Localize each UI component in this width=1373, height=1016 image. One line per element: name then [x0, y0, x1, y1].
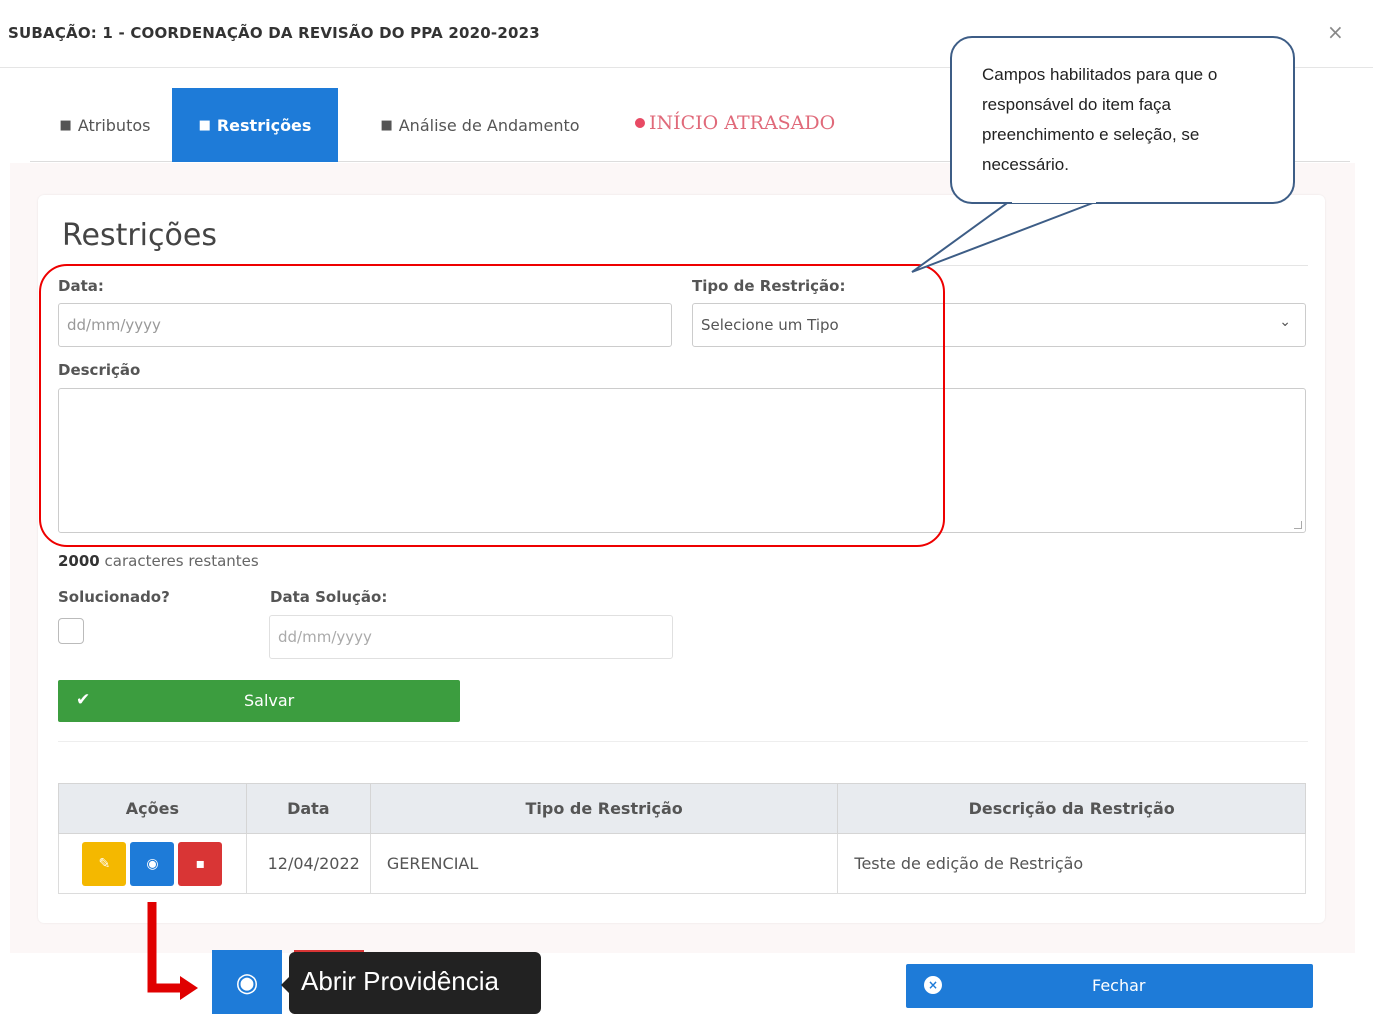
tooltip-label: Abrir Providência — [301, 966, 499, 996]
callout-tail-joint — [1012, 199, 1096, 203]
callout-text: Campos habilitados para que o responsáve… — [982, 65, 1218, 174]
tooltip: Abrir Providência — [289, 952, 541, 1014]
close-circle-icon: × — [924, 976, 942, 994]
close-label: Fechar — [1092, 976, 1146, 995]
open-providencia-button[interactable]: ◉ — [212, 950, 282, 1014]
red-arrowhead — [180, 976, 198, 1000]
red-arrow — [147, 902, 182, 993]
callout-tail — [911, 200, 1099, 273]
close-button[interactable]: × Fechar — [906, 964, 1313, 1008]
callout-annotation: Campos habilitados para que o responsáve… — [950, 36, 1295, 204]
eye-icon: ◉ — [235, 968, 259, 998]
